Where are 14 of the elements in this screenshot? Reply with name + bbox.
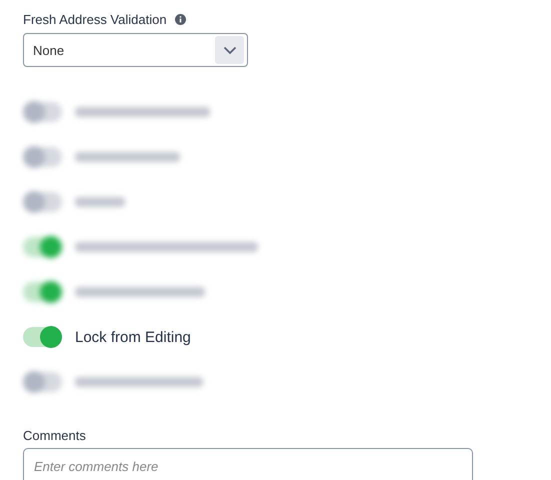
toggle-switch[interactable] <box>23 102 62 122</box>
field-label: Fresh Address Validation <box>23 12 167 27</box>
comments-field[interactable]: Enter comments here <box>23 448 473 480</box>
chevron-down-icon <box>222 46 236 54</box>
validation-dropdown[interactable]: None <box>23 33 248 67</box>
toggle-label: Lock from Editing <box>75 328 191 346</box>
toggle-switch[interactable] <box>23 327 62 347</box>
field-label: Comments <box>23 428 87 443</box>
toggle-switch[interactable] <box>23 147 62 167</box>
toggle-switch[interactable] <box>23 237 62 257</box>
toggle-switch[interactable] <box>23 282 62 302</box>
info-icon[interactable] <box>174 14 186 25</box>
toggle-switch[interactable] <box>23 192 62 212</box>
toggle-switch[interactable] <box>23 372 62 392</box>
